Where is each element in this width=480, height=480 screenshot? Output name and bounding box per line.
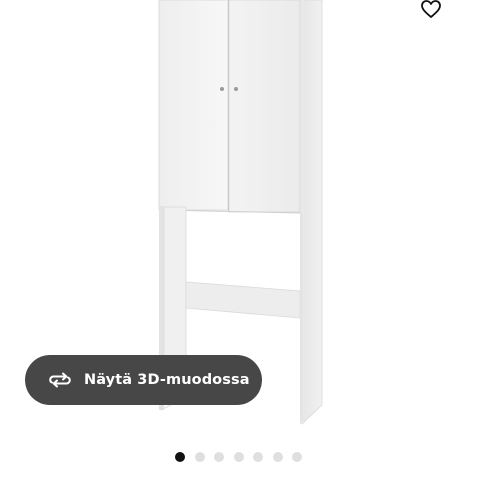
product-gallery: Näytä 3D-muodossa — [0, 0, 480, 480]
view-in-3d-button[interactable]: Näytä 3D-muodossa — [25, 355, 262, 405]
carousel-dot[interactable] — [194, 452, 205, 462]
view-in-3d-label: Näytä 3D-muodossa — [84, 372, 250, 388]
carousel-dot[interactable] — [292, 452, 302, 462]
carousel-dot[interactable] — [214, 452, 224, 462]
carousel-dots — [175, 451, 302, 463]
rotate-3d-icon — [47, 370, 73, 390]
carousel-dot[interactable] — [253, 452, 263, 462]
carousel-dot[interactable] — [272, 452, 283, 462]
carousel-dot[interactable] — [233, 452, 244, 462]
heart-outline-icon — [421, 0, 441, 18]
favorite-button[interactable] — [414, 0, 448, 24]
carousel-dot[interactable] — [175, 452, 185, 462]
